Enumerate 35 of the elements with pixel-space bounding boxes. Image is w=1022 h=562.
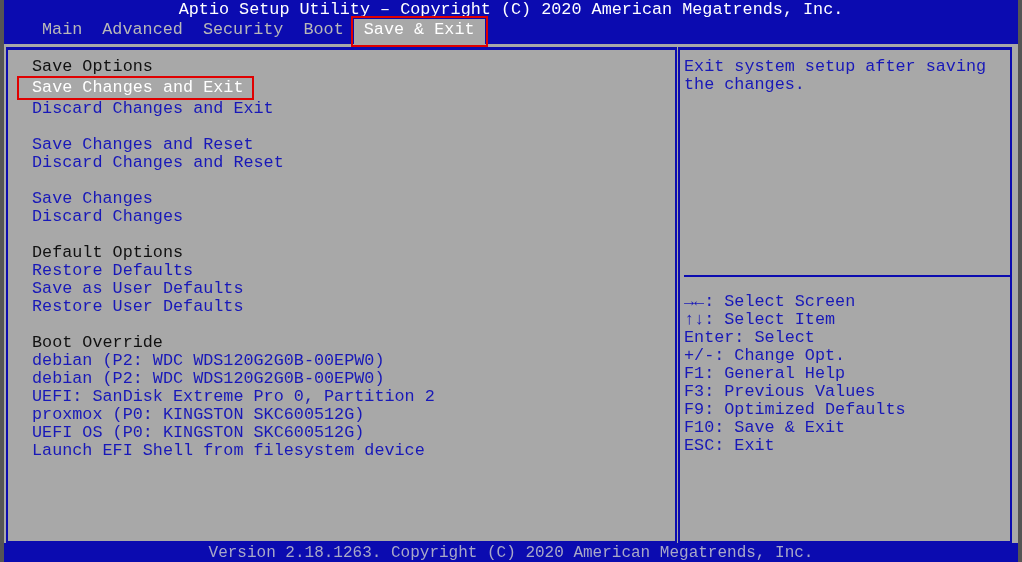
menu-item[interactable]: Save Changes — [32, 190, 153, 208]
help-text: Exit system setup after saving the changes. — [684, 58, 988, 94]
menu-item[interactable]: debian (P2: WDC WDS120G2G0B-00EPW0) — [32, 352, 385, 370]
key-hint: F9: Optimized Defaults — [684, 401, 907, 419]
menu-item[interactable]: debian (P2: WDC WDS120G2G0B-00EPW0) — [32, 370, 385, 388]
section-heading: Boot Override — [32, 334, 163, 352]
menu-tab[interactable]: Advanced — [92, 19, 193, 44]
menu-item[interactable]: Launch EFI Shell from filesystem device — [32, 442, 425, 460]
menu-tab[interactable]: Security — [192, 19, 294, 44]
menu-item[interactable]: proxmox (P0: KINGSTON SKC600512G) — [32, 406, 365, 424]
menu-item[interactable]: Discard Changes and Exit — [32, 100, 274, 118]
menu-item[interactable]: Restore Defaults — [32, 262, 194, 280]
menu-item[interactable]: Save Changes and Exit — [19, 78, 253, 98]
section-heading: Default Options — [32, 244, 184, 262]
menu-item[interactable]: Discard Changes and Reset — [32, 154, 284, 172]
key-hint: F1: General Help — [684, 365, 847, 383]
menu-item[interactable]: Save as User Defaults — [32, 280, 244, 298]
key-hint: +/-: Change Opt. — [684, 347, 847, 365]
menu-item[interactable]: Save Changes and Reset — [32, 136, 254, 154]
key-hint: F10: Save & Exit — [684, 419, 847, 437]
section-heading: Save Options — [32, 58, 153, 76]
key-hint: ESC: Exit — [684, 437, 776, 455]
status-text: Version 2.18.1263. Copyright (C) 2020 American Megatrends, Inc. — [208, 543, 814, 562]
menu-tab[interactable]: Main — [32, 19, 93, 44]
key-hint: F3: Previous Values — [684, 383, 877, 401]
key-hint: Enter: Select — [684, 329, 816, 347]
window-title: Aptio Setup Utility – Copyright (C) 2020 American Megatrends, Inc. — [177, 0, 845, 19]
menu-tab[interactable]: Boot — [293, 19, 354, 44]
menu-item[interactable]: Restore User Defaults — [32, 298, 244, 316]
menu-item[interactable]: UEFI OS (P0: KINGSTON SKC600512G) — [32, 424, 365, 442]
key-hint: →←: Select Screen — [684, 293, 857, 311]
menu-item[interactable]: Discard Changes — [32, 208, 184, 226]
menu-tab[interactable]: Save & Exit — [353, 19, 485, 44]
menu-item[interactable]: UEFI: SanDisk Extreme Pro 0, Partition 2 — [32, 388, 435, 406]
key-hint: ↑↓: Select Item — [684, 311, 837, 329]
